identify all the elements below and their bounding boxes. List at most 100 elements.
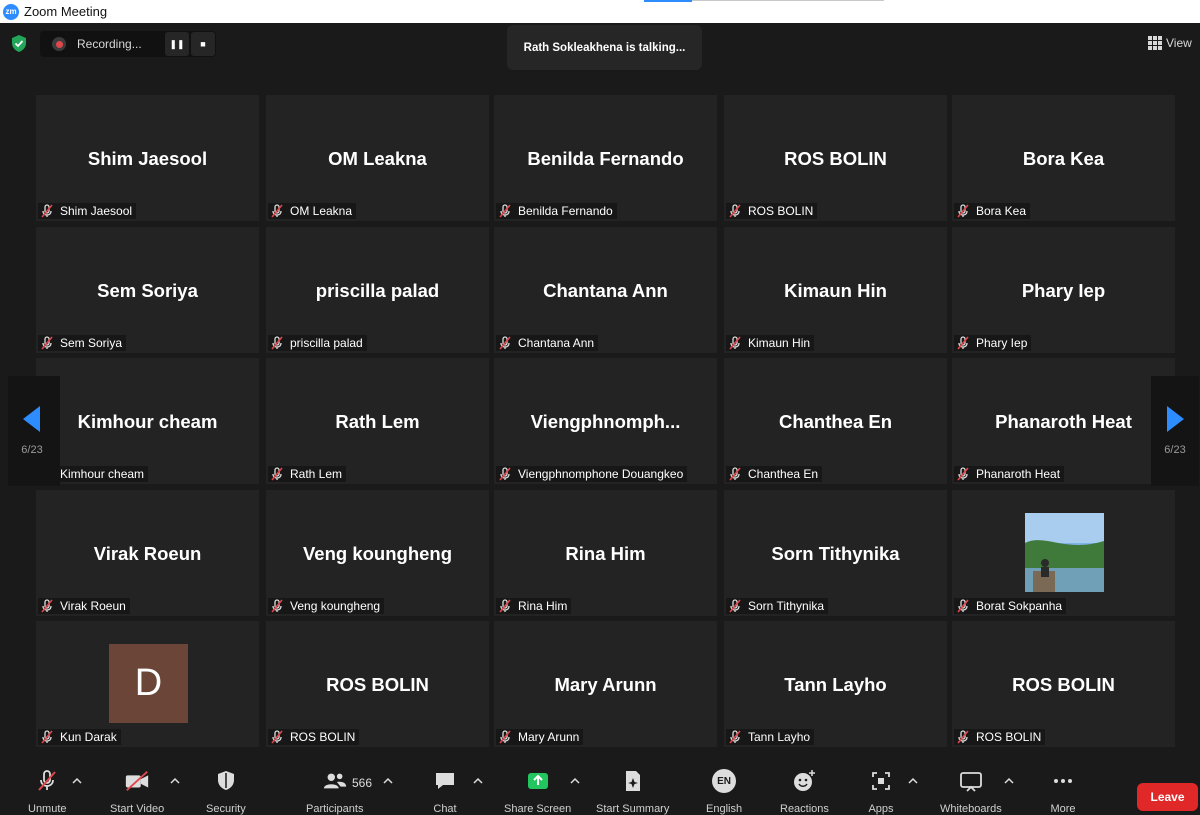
participant-tile[interactable]: Rath Lem Rath Lem bbox=[266, 358, 489, 484]
participant-tile[interactable]: Borat Sokpanha bbox=[952, 490, 1175, 616]
audio-options-chevron-icon[interactable] bbox=[72, 777, 82, 785]
recording-dot-icon bbox=[52, 37, 66, 51]
whiteboards-button[interactable]: Whiteboards bbox=[940, 769, 1002, 815]
security-label: Security bbox=[206, 803, 246, 815]
english-button[interactable]: EN English bbox=[706, 769, 742, 815]
participant-name: Bora Kea bbox=[976, 204, 1027, 218]
apps-button[interactable]: Apps bbox=[868, 769, 894, 815]
participant-name-label: ROS BOLIN bbox=[268, 729, 360, 745]
participant-name: Benilda Fernando bbox=[518, 204, 613, 218]
participant-name: Sorn Tithynika bbox=[748, 599, 825, 613]
participant-name: priscilla palad bbox=[290, 336, 363, 350]
participant-tile[interactable]: Kimaun Hin Kimaun Hin bbox=[724, 227, 947, 353]
participant-tile[interactable]: Phary Iep Phary Iep bbox=[952, 227, 1175, 353]
participant-tile[interactable]: OM Leakna OM Leakna bbox=[266, 95, 489, 221]
start-summary-button[interactable]: Start Summary bbox=[596, 769, 669, 815]
view-button[interactable]: View bbox=[1148, 32, 1200, 54]
participant-tile[interactable]: ROS BOLIN ROS BOLIN bbox=[266, 621, 489, 747]
avatar: D bbox=[109, 644, 188, 723]
muted-mic-icon bbox=[728, 336, 742, 350]
english-label: English bbox=[706, 803, 743, 815]
more-dots-icon bbox=[1050, 769, 1076, 793]
participant-name-label: Shim Jaesool bbox=[38, 203, 137, 219]
share-screen-label: Share Screen bbox=[504, 803, 572, 815]
participant-tile[interactable]: Mary Arunn Mary Arunn bbox=[494, 621, 717, 747]
muted-mic-icon bbox=[956, 730, 970, 744]
participant-name-display: Rina Him bbox=[565, 543, 646, 564]
more-button[interactable]: More bbox=[1050, 769, 1076, 815]
participant-tile[interactable]: ROS BOLIN ROS BOLIN bbox=[952, 621, 1175, 747]
chat-button[interactable]: Chat bbox=[432, 769, 458, 815]
previous-page-button[interactable]: 6/23 bbox=[8, 376, 60, 486]
whiteboards-options-chevron-icon[interactable] bbox=[1004, 777, 1014, 785]
video-options-chevron-icon[interactable] bbox=[170, 777, 180, 785]
apps-options-chevron-icon[interactable] bbox=[908, 777, 918, 785]
language-en-icon: EN bbox=[711, 769, 737, 793]
muted-mic-icon bbox=[40, 599, 54, 613]
chat-bubble-icon bbox=[432, 769, 458, 793]
participant-tile[interactable]: Benilda Fernando Benilda Fernando bbox=[494, 95, 717, 221]
participant-tile[interactable]: Chantana Ann Chantana Ann bbox=[494, 227, 717, 353]
participant-tile[interactable]: Phanaroth Heat Phanaroth Heat bbox=[952, 358, 1175, 484]
participant-name-display: Phanaroth Heat bbox=[995, 411, 1132, 432]
participant-tile[interactable]: Kimhour cheam Kimhour cheam bbox=[36, 358, 259, 484]
pause-recording-button[interactable]: ❚❚ bbox=[165, 32, 189, 56]
muted-mic-icon bbox=[956, 599, 970, 613]
participant-name-display: Rath Lem bbox=[335, 411, 420, 432]
participant-tile[interactable]: ROS BOLIN ROS BOLIN bbox=[724, 95, 947, 221]
next-page-button[interactable]: 6/23 bbox=[1151, 376, 1199, 486]
participant-name: Virak Roeun bbox=[60, 599, 126, 613]
participant-name: Veng koungheng bbox=[290, 599, 381, 613]
security-button[interactable]: Security bbox=[206, 769, 246, 815]
unmute-label: Unmute bbox=[28, 803, 67, 815]
stop-recording-button[interactable]: ■ bbox=[191, 32, 215, 56]
participant-tile[interactable]: Virak Roeun Virak Roeun bbox=[36, 490, 259, 616]
participant-name-label: Virak Roeun bbox=[38, 598, 130, 614]
participant-tile[interactable]: Viengphnomph... Viengphnomphone Douangkeo bbox=[494, 358, 717, 484]
participant-name-display: OM Leakna bbox=[328, 148, 427, 169]
participant-tile[interactable]: priscilla palad priscilla palad bbox=[266, 227, 489, 353]
view-label: View bbox=[1166, 36, 1192, 50]
grid-view-icon bbox=[1148, 36, 1162, 50]
participant-name: Tann Layho bbox=[748, 730, 811, 744]
participant-name-label: Sorn Tithynika bbox=[726, 598, 829, 614]
participant-name: OM Leakna bbox=[290, 204, 353, 218]
participant-tile[interactable]: Rina Him Rina Him bbox=[494, 490, 717, 616]
participant-tile[interactable]: Bora Kea Bora Kea bbox=[952, 95, 1175, 221]
reactions-button[interactable]: Reactions bbox=[780, 769, 829, 815]
participant-tile[interactable]: Veng koungheng Veng koungheng bbox=[266, 490, 489, 616]
participant-name: Kun Darak bbox=[60, 730, 117, 744]
unmute-button[interactable]: Unmute bbox=[28, 769, 67, 815]
participant-name-label: ROS BOLIN bbox=[954, 729, 1046, 745]
window-title: Zoom Meeting bbox=[24, 4, 108, 19]
participant-name-label: Phary Iep bbox=[954, 335, 1032, 351]
participant-name: Chantana Ann bbox=[518, 336, 595, 350]
whiteboard-icon bbox=[958, 769, 984, 793]
participant-tile[interactable]: Chanthea En Chanthea En bbox=[724, 358, 947, 484]
participant-tile[interactable]: Shim Jaesool Shim Jaesool bbox=[36, 95, 259, 221]
meeting-toolbar: Unmute Start Video Security Participants… bbox=[0, 765, 1200, 815]
participants-options-chevron-icon[interactable] bbox=[383, 777, 393, 785]
participant-tile[interactable]: Sorn Tithynika Sorn Tithynika bbox=[724, 490, 947, 616]
participant-tile[interactable]: D Kun Darak bbox=[36, 621, 259, 747]
security-shield-icon[interactable] bbox=[11, 35, 27, 52]
muted-mic-icon bbox=[270, 599, 284, 613]
start-summary-label: Start Summary bbox=[596, 803, 670, 815]
muted-mic-icon bbox=[728, 730, 742, 744]
participant-name-label: Rath Lem bbox=[268, 466, 347, 482]
title-divider bbox=[692, 0, 884, 1]
chat-options-chevron-icon[interactable] bbox=[473, 777, 483, 785]
share-screen-button[interactable]: Share Screen bbox=[504, 769, 571, 815]
share-options-chevron-icon[interactable] bbox=[570, 777, 580, 785]
participants-icon bbox=[322, 769, 348, 793]
participant-name-display: Chanthea En bbox=[778, 411, 893, 432]
start-video-button[interactable]: Start Video bbox=[110, 769, 164, 815]
participant-name-display: ROS BOLIN bbox=[784, 148, 887, 169]
participant-tile[interactable]: Tann Layho Tann Layho bbox=[724, 621, 947, 747]
participant-name-label: Kun Darak bbox=[38, 729, 121, 745]
muted-mic-icon bbox=[34, 769, 60, 793]
apps-icon bbox=[868, 769, 894, 793]
participant-name: Rina Him bbox=[518, 599, 568, 613]
participant-tile[interactable]: Sem Soriya Sem Soriya bbox=[36, 227, 259, 353]
participant-name-label: Kimaun Hin bbox=[726, 335, 815, 351]
